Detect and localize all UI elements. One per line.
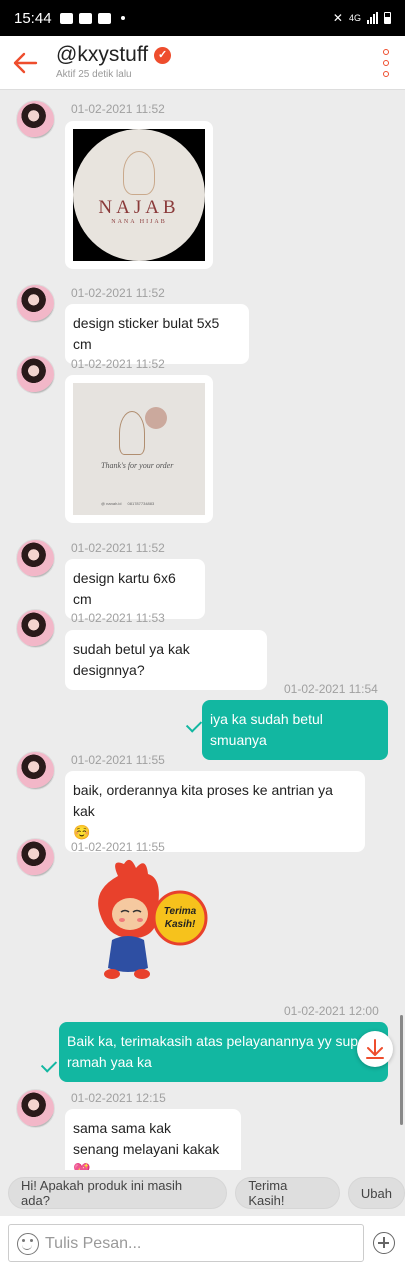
avatar[interactable] [16, 609, 55, 648]
battery-icon [384, 12, 391, 24]
shop-name: @kxystuff [56, 43, 149, 66]
avatar[interactable] [16, 1089, 55, 1128]
scroll-to-bottom-button[interactable] [357, 1031, 393, 1067]
quick-reply-button[interactable]: Terima Kasih! [235, 1177, 340, 1209]
last-active-status: Aktif 25 detik lalu [56, 69, 132, 80]
avatar[interactable] [16, 539, 55, 578]
message-input-bar [0, 1216, 405, 1268]
thank-you-card-image: Thank's for your order @ nanah.id 0817877… [73, 383, 205, 515]
avatar[interactable] [16, 100, 55, 139]
gallery-icon [59, 12, 73, 24]
svg-text:Terima: Terima [164, 906, 197, 917]
message-icon [78, 12, 92, 24]
status-time: 15:44 [14, 9, 52, 27]
scrollbar[interactable] [400, 1015, 403, 1125]
message-text-line2: senang melayani kakak [73, 1141, 220, 1157]
message-bubble[interactable]: sudah betul ya kak designnya? [65, 630, 267, 690]
verified-badge-icon: ✓ [154, 46, 172, 64]
message-bubble[interactable]: design kartu 6x6 cm [65, 559, 205, 619]
message-bubble[interactable]: design sticker bulat 5x5 cm [65, 304, 249, 364]
status-bar: 15:44 ✕ 4G [0, 0, 405, 36]
add-attachment-icon[interactable] [373, 1232, 395, 1254]
terima-kasih-sticker[interactable]: Terima Kasih! [88, 856, 208, 986]
message-timestamp: 01-02-2021 11:52 [71, 357, 165, 371]
message-timestamp: 01-02-2021 11:53 [71, 611, 165, 625]
heart-emoji: 💖 [73, 1162, 91, 1170]
signal-icon [367, 12, 378, 24]
message-text: baik, orderannya kita proses ke antrian … [73, 782, 333, 819]
image-message[interactable]: NAJAB NANA HIJAB [65, 121, 213, 269]
edit-quick-replies-button[interactable]: Ubah [347, 1177, 405, 1209]
sent-check-icon [40, 1056, 58, 1073]
message-bubble[interactable]: sama sama kak senang melayani kakak 💖 [65, 1109, 241, 1170]
avatar[interactable] [16, 751, 55, 790]
avatar[interactable] [16, 838, 55, 877]
message-input-box [8, 1224, 364, 1262]
notification-dot-icon [120, 16, 125, 20]
message-timestamp: 01-02-2021 11:52 [71, 286, 165, 300]
smile-emoji: ☺️ [73, 824, 91, 840]
quick-reply-button[interactable]: Hi! Apakah produk ini masih ada? [8, 1177, 228, 1209]
avatar[interactable] [16, 284, 55, 323]
message-input[interactable] [45, 1234, 345, 1254]
message-timestamp: 01-02-2021 11:52 [71, 102, 165, 116]
more-options-icon[interactable] [381, 49, 391, 77]
chat-title[interactable]: @kxystuff ✓ [56, 43, 172, 67]
my-message-bubble[interactable]: Baik ka, terimakasih atas pelayanannya y… [59, 1022, 388, 1082]
sent-check-icon [185, 716, 203, 733]
back-arrow-icon[interactable] [12, 50, 38, 76]
network-label: 4G [348, 13, 361, 23]
quick-replies: Hi! Apakah produk ini masih ada? Terima … [0, 1170, 405, 1216]
emoji-icon[interactable] [17, 1233, 39, 1255]
mute-icon: ✕ [332, 11, 343, 25]
message-timestamp: 01-02-2021 11:55 [71, 753, 165, 767]
my-message-bubble[interactable]: iya ka sudah betul smuanya [202, 700, 388, 760]
shop-icon [97, 12, 111, 24]
svg-text:Kasih!: Kasih! [165, 919, 196, 930]
najab-logo-image: NAJAB NANA HIJAB [73, 129, 205, 261]
avatar[interactable] [16, 355, 55, 394]
image-message[interactable]: Thank's for your order @ nanah.id 0817877… [65, 375, 213, 523]
chat-header: @kxystuff ✓ Aktif 25 detik lalu [0, 36, 405, 90]
message-timestamp: 01-02-2021 11:54 [284, 682, 378, 696]
message-timestamp: 01-02-2021 11:52 [71, 541, 165, 555]
message-timestamp: 01-02-2021 11:55 [71, 840, 165, 854]
message-timestamp: 01-02-2021 12:00 [284, 1004, 379, 1018]
chat-area[interactable]: 01-02-2021 11:52 NAJAB NANA HIJAB 01-02-… [0, 90, 405, 1170]
message-timestamp: 01-02-2021 12:15 [71, 1091, 166, 1105]
message-text-line1: sama sama kak [73, 1120, 172, 1136]
